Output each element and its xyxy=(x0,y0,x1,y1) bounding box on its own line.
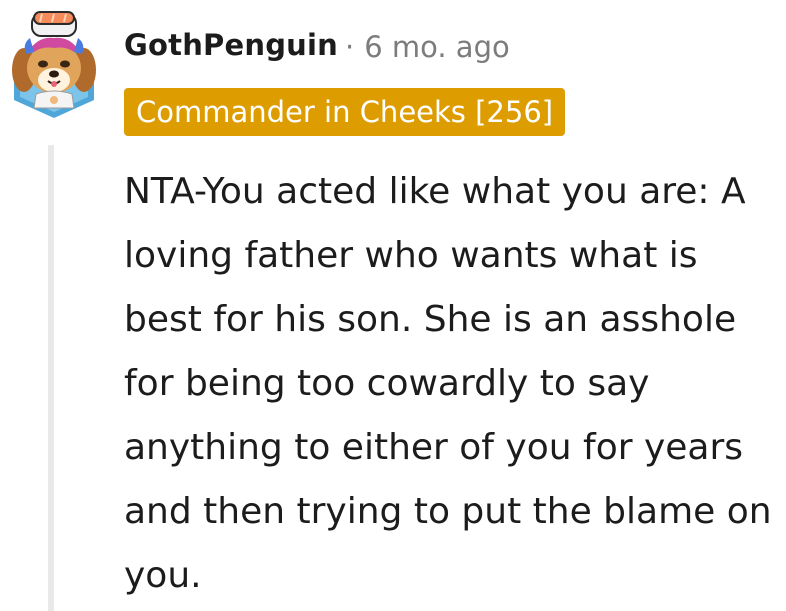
comment: GothPenguin · 6 mo. ago Commander in Chee… xyxy=(0,0,786,611)
comment-meta: · 6 mo. ago xyxy=(345,30,510,64)
comment-body: NTA-You acted like what you are: A lovin… xyxy=(124,171,772,596)
meta-separator: · xyxy=(345,30,355,64)
comment-author[interactable]: GothPenguin xyxy=(124,28,338,62)
dog-avatar-icon xyxy=(12,11,96,118)
comment-timestamp[interactable]: 6 mo. ago xyxy=(364,30,510,64)
thread-collapse-line[interactable] xyxy=(48,145,54,611)
user-avatar[interactable] xyxy=(8,8,100,120)
user-flair: Commander in Cheeks [256] xyxy=(124,88,566,136)
